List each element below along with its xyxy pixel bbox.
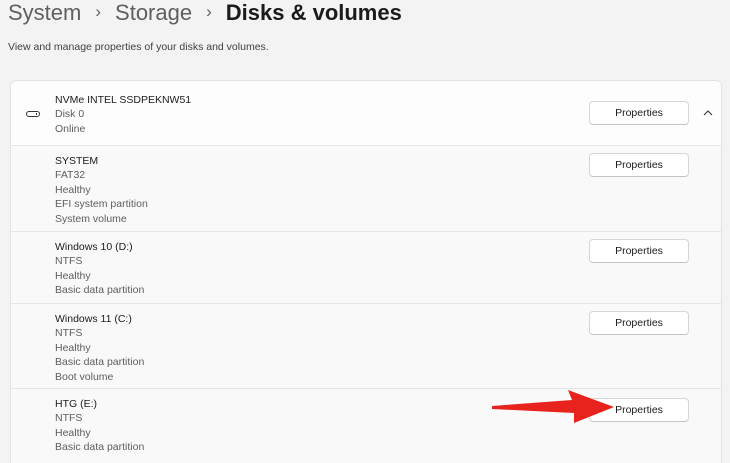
breadcrumb: System › Storage › Disks & volumes bbox=[8, 0, 402, 26]
volume-info: Windows 10 (D:) NTFS Healthy Basic data … bbox=[55, 240, 144, 298]
disk-number: Disk 0 bbox=[55, 108, 85, 121]
disk-panel: NVMe INTEL SSDPEKNW51 Disk 0 Online Prop… bbox=[10, 80, 722, 463]
red-arrow-annotation bbox=[492, 390, 614, 423]
volume-name: Windows 10 (D:) bbox=[55, 241, 133, 253]
volume-role: System volume bbox=[55, 212, 127, 225]
drive-icon bbox=[26, 111, 40, 117]
volume-filesystem: FAT32 bbox=[55, 169, 86, 182]
disk-status: Online bbox=[55, 122, 86, 135]
volume-properties-button[interactable]: Properties bbox=[589, 311, 689, 335]
volume-role: Boot volume bbox=[55, 370, 114, 383]
volume-info: SYSTEM FAT32 Healthy EFI system partitio… bbox=[55, 154, 148, 226]
breadcrumb-separator-icon: › bbox=[95, 2, 102, 21]
chevron-up-icon[interactable] bbox=[701, 106, 715, 120]
volume-filesystem: NTFS bbox=[55, 412, 83, 425]
volume-partition-type: Basic data partition bbox=[55, 356, 145, 369]
volume-properties-button[interactable]: Properties bbox=[589, 153, 689, 177]
volume-partition-type: Basic data partition bbox=[55, 441, 145, 454]
disk-info: NVMe INTEL SSDPEKNW51 Disk 0 Online bbox=[55, 93, 191, 136]
volume-name: Windows 11 (C:) bbox=[55, 313, 132, 325]
breadcrumb-system[interactable]: System bbox=[8, 0, 81, 26]
volume-row-htg: HTG (E:) NTFS Healthy Basic data partiti… bbox=[11, 389, 721, 463]
volume-health: Healthy bbox=[55, 183, 91, 196]
volume-name: SYSTEM bbox=[55, 155, 99, 167]
disk-header[interactable]: NVMe INTEL SSDPEKNW51 Disk 0 Online Prop… bbox=[11, 81, 721, 146]
volume-name: HTG (E:) bbox=[55, 398, 97, 410]
disk-properties-button[interactable]: Properties bbox=[589, 101, 689, 125]
volume-properties-button[interactable]: Properties bbox=[589, 239, 689, 263]
volume-info: HTG (E:) NTFS Healthy Basic data partiti… bbox=[55, 397, 144, 455]
disk-name: NVMe INTEL SSDPEKNW51 bbox=[55, 94, 192, 106]
page-title: Disks & volumes bbox=[225, 0, 402, 25]
volume-partition-type: Basic data partition bbox=[55, 284, 145, 297]
volume-row-windows-10: Windows 10 (D:) NTFS Healthy Basic data … bbox=[11, 232, 721, 304]
volume-filesystem: NTFS bbox=[55, 327, 83, 340]
volume-row-windows-11: Windows 11 (C:) NTFS Healthy Basic data … bbox=[11, 304, 721, 389]
volume-health: Healthy bbox=[55, 426, 91, 439]
volume-partition-type: EFI system partition bbox=[55, 198, 148, 211]
volume-filesystem: NTFS bbox=[55, 255, 83, 268]
breadcrumb-storage[interactable]: Storage bbox=[115, 0, 192, 26]
volume-health: Healthy bbox=[55, 341, 91, 354]
volume-row-system: SYSTEM FAT32 Healthy EFI system partitio… bbox=[11, 146, 721, 232]
breadcrumb-separator-icon: › bbox=[206, 2, 212, 21]
volume-health: Healthy bbox=[55, 269, 91, 282]
volume-info: Windows 11 (C:) NTFS Healthy Basic data … bbox=[55, 312, 144, 384]
page-description: View and manage properties of your disks… bbox=[8, 41, 269, 53]
disks-volumes-page: System › Storage › Disks & volumes View … bbox=[0, 0, 730, 463]
